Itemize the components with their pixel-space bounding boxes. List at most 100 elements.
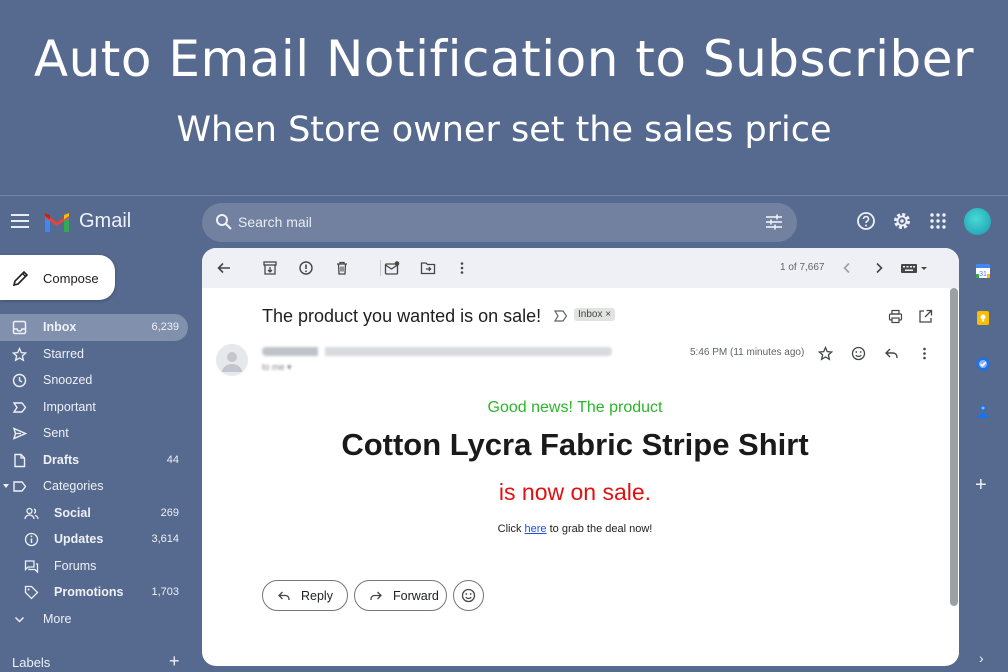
settings-icon[interactable] [892,211,912,231]
plus-icon[interactable]: + [975,474,987,497]
search-bar[interactable]: Search mail [202,203,797,242]
scrollbar[interactable] [948,288,959,666]
people-icon [24,507,39,519]
report-spam-icon[interactable] [298,260,314,276]
label-icon [13,481,27,492]
scroll-thumb[interactable] [950,288,958,606]
sidebar-item-label: More [43,611,72,626]
inbox-icon [12,320,27,335]
forward-icon [370,591,382,600]
sidebar-item-sent[interactable]: Sent [0,420,188,447]
sidebar-item-label: Social [54,505,91,520]
sidebar-item-promotions[interactable]: Promotions 1,703 [0,579,188,606]
deal-link[interactable]: here [525,523,547,535]
email-toolbar: 1 of 7,667 [202,248,959,288]
chevron-right-icon[interactable] [871,260,887,276]
important-icon[interactable] [554,310,568,322]
divider [380,260,381,276]
sidebar-item-label: Categories [43,479,104,493]
sidebar-item-updates[interactable]: Updates 3,614 [0,526,188,553]
print-icon[interactable] [888,309,903,324]
sidebar-item-forums[interactable]: Forums [0,553,188,580]
sidebar-item-more[interactable]: More [0,606,188,633]
move-to-icon[interactable] [420,260,436,276]
labels-heading: Labels [12,655,51,670]
sidebar-item-important[interactable]: Important [0,394,188,421]
pagination-label: 1 of 7,667 [780,262,825,273]
important-icon [12,401,27,413]
sidebar-item-inbox[interactable]: Inbox 6,239 [0,314,188,341]
sidebar-nav: Inbox 6,239 Starred Snoozed Important Se… [0,314,190,632]
sender-info-redacted [262,347,612,356]
back-icon[interactable] [216,260,232,276]
unread-count: 6,239 [151,321,179,333]
reply-button[interactable]: Reply [262,580,348,611]
star-icon [12,346,27,362]
sidebar-item-label: Inbox [43,320,77,334]
sidebar-item-snoozed[interactable]: Snoozed [0,367,188,394]
reply-icon [278,591,290,600]
person-icon [222,352,242,372]
recipient-redacted: to me ▾ [262,362,292,372]
chevron-left-icon[interactable] [839,260,855,276]
keep-icon[interactable] [975,310,991,326]
search-options-icon[interactable] [765,214,783,230]
star-icon[interactable] [818,346,833,361]
tasks-icon[interactable] [975,356,991,372]
chevron-right-icon[interactable]: › [979,650,984,666]
help-icon[interactable] [856,211,876,231]
archive-icon[interactable] [262,260,278,276]
product-name: Cotton Lycra Fabric Stripe Shirt [341,427,809,462]
calendar-icon[interactable]: 31 [975,263,991,279]
gmail-logo-icon[interactable] [43,212,71,232]
send-icon [12,427,27,440]
sidebar-item-categories[interactable]: Categories [0,473,188,500]
chevron-down-icon [14,616,25,623]
tag-icon [24,585,39,600]
app-name: Gmail [79,210,132,232]
open-new-window-icon[interactable] [918,309,933,324]
menu-icon[interactable] [11,214,29,228]
compose-label: Compose [43,271,99,286]
reply-icon[interactable] [884,346,899,361]
contacts-icon[interactable] [975,403,991,419]
compose-button[interactable]: Compose [0,255,115,300]
sidebar-item-label: Starred [43,346,84,361]
more-vert-icon[interactable] [454,260,470,276]
reply-label: Reply [301,589,333,603]
draft-icon [14,453,26,467]
more-vert-icon[interactable] [917,346,932,361]
sidebar-item-label: Promotions [54,585,124,599]
clock-icon [12,373,27,388]
delete-icon[interactable] [334,260,350,276]
sidebar-item-starred[interactable]: Starred [0,341,188,368]
sidebar-item-label: Important [43,399,96,414]
label-chip[interactable]: Inbox × [574,308,616,321]
forward-button[interactable]: Forward [354,580,447,611]
sidebar-item-label: Forums [54,558,97,573]
sidebar-item-social[interactable]: Social 269 [0,500,188,527]
promo-banner: Auto Email Notification to Subscriber Wh… [0,0,1008,195]
forward-label: Forward [393,589,439,603]
emoji-reaction-button[interactable] [453,580,484,611]
sidebar-item-drafts[interactable]: Drafts 44 [0,447,188,474]
keyboard-icon[interactable] [900,260,930,276]
avatar[interactable] [964,208,991,235]
apps-icon[interactable] [928,211,948,231]
svg-text:31: 31 [979,271,987,278]
smiley-icon[interactable] [851,346,866,361]
email-panel: 1 of 7,667 The product you wanted is on … [202,248,959,666]
mark-unread-icon[interactable] [384,260,400,276]
search-input[interactable]: Search mail [238,214,312,230]
chevron-down-icon[interactable] [2,482,10,490]
updates-count: 3,614 [151,533,179,545]
sidebar-item-label: Updates [54,532,104,546]
search-icon[interactable] [215,213,233,231]
cta-suffix: to grab the deal now! [546,523,653,535]
sidebar-item-label: Snoozed [43,373,93,387]
promotions-count: 1,703 [151,586,179,598]
add-label-button[interactable]: + [169,651,180,672]
cta-text: Click here to grab the deal now! [202,523,948,535]
sender-avatar[interactable] [216,344,248,376]
email-timestamp: 5:46 PM (11 minutes ago) [690,347,805,358]
